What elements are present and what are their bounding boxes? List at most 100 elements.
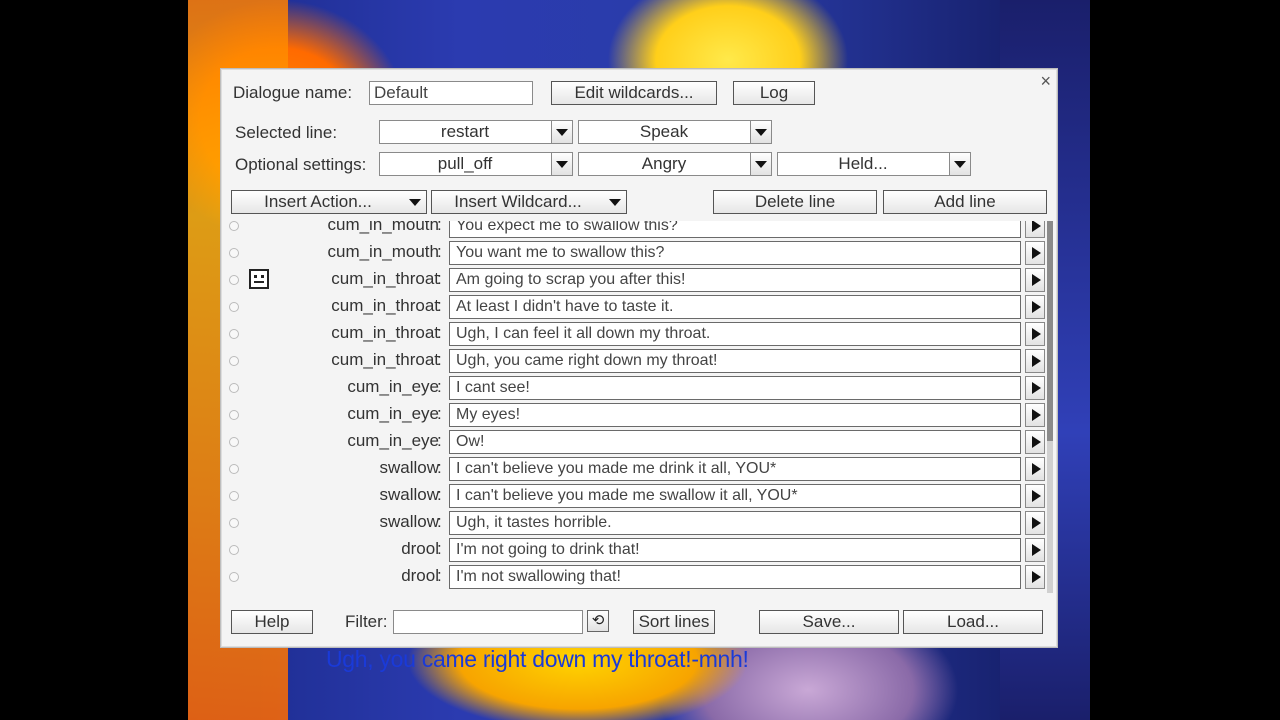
help-button[interactable]: Help <box>231 610 313 634</box>
line-text-input[interactable]: I cant see! <box>449 376 1021 400</box>
dialogue-lines-list[interactable]: cum_in_mouth: You expect me to swallow th… <box>225 221 1053 593</box>
list-item[interactable]: swallow: Ugh, it tastes horrible. <box>225 510 1045 537</box>
separator: : <box>437 377 442 396</box>
held-dropdown[interactable]: Held... <box>777 152 971 176</box>
list-item[interactable]: drool: I'm not going to drink that! <box>225 537 1045 564</box>
play-icon[interactable] <box>1025 349 1045 373</box>
dialogue-name-input[interactable]: Default <box>369 81 533 105</box>
save-button[interactable]: Save... <box>759 610 899 634</box>
line-text-input[interactable]: You expect me to swallow this? <box>449 221 1021 238</box>
play-icon[interactable] <box>1025 538 1045 562</box>
insert-action-button[interactable]: Insert Action... <box>231 190 427 214</box>
line-text-input[interactable]: Ugh, you came right down my throat! <box>449 349 1021 373</box>
list-item[interactable]: swallow: I can't believe you made me drin… <box>225 456 1045 483</box>
play-icon[interactable] <box>1025 241 1045 265</box>
select-radio[interactable] <box>229 275 239 285</box>
mood-dropdown[interactable]: Angry <box>578 152 772 176</box>
filter-label: Filter: <box>345 612 388 631</box>
play-icon[interactable] <box>1025 484 1045 508</box>
list-item[interactable]: cum_in_throat: Ugh, you came right down m… <box>225 348 1045 375</box>
trigger-dropdown-value: restart <box>440 122 490 141</box>
select-radio[interactable] <box>229 572 239 582</box>
chevron-down-icon <box>551 121 572 143</box>
sort-lines-button[interactable]: Sort lines <box>633 610 715 634</box>
chevron-down-icon <box>949 153 970 175</box>
line-text-input[interactable]: At least I didn't have to taste it. <box>449 295 1021 319</box>
delete-line-button[interactable]: Delete line <box>713 190 877 214</box>
select-radio[interactable] <box>229 437 239 447</box>
play-icon[interactable] <box>1025 457 1045 481</box>
list-item[interactable]: cum_in_eye: My eyes! <box>225 402 1045 429</box>
select-radio[interactable] <box>229 383 239 393</box>
line-trigger-tag: cum_in_eye <box>347 377 439 396</box>
list-item[interactable]: cum_in_eye: Ow! <box>225 429 1045 456</box>
list-item[interactable]: cum_in_eye: I cant see! <box>225 375 1045 402</box>
list-item[interactable]: cum_in_mouth: You want me to swallow this… <box>225 240 1045 267</box>
separator: : <box>437 566 442 585</box>
chevron-down-icon <box>608 191 622 213</box>
insert-action-label: Insert Action... <box>264 192 372 211</box>
list-item[interactable]: cum_in_throat: Ugh, I can feel it all dow… <box>225 321 1045 348</box>
list-item[interactable]: cum_in_mouth: You expect me to swallow th… <box>225 221 1045 240</box>
select-radio[interactable] <box>229 221 239 231</box>
close-icon[interactable]: × <box>1040 71 1051 92</box>
play-icon[interactable] <box>1025 403 1045 427</box>
play-icon[interactable] <box>1025 376 1045 400</box>
line-text-input[interactable]: I can't believe you made me swallow it a… <box>449 484 1021 508</box>
line-text-input[interactable]: My eyes! <box>449 403 1021 427</box>
line-text-input[interactable]: Ugh, it tastes horrible. <box>449 511 1021 535</box>
line-text-input[interactable]: I'm not going to drink that! <box>449 538 1021 562</box>
add-line-button[interactable]: Add line <box>883 190 1047 214</box>
play-icon[interactable] <box>1025 295 1045 319</box>
list-item[interactable]: swallow: I can't believe you made me swal… <box>225 483 1045 510</box>
optional-settings-label: Optional settings: <box>235 155 367 174</box>
play-icon[interactable] <box>1025 221 1045 238</box>
play-icon[interactable] <box>1025 322 1045 346</box>
log-button[interactable]: Log <box>733 81 815 105</box>
line-text-input[interactable]: You want me to swallow this? <box>449 241 1021 265</box>
select-radio[interactable] <box>229 248 239 258</box>
line-text-input[interactable]: Am going to scrap you after this! <box>449 268 1021 292</box>
insert-wildcard-label: Insert Wildcard... <box>454 192 582 211</box>
action-dropdown[interactable]: Speak <box>578 120 772 144</box>
insert-wildcard-button[interactable]: Insert Wildcard... <box>431 190 627 214</box>
load-button[interactable]: Load... <box>903 610 1043 634</box>
separator: : <box>437 539 442 558</box>
play-icon[interactable] <box>1025 268 1045 292</box>
edit-wildcards-button[interactable]: Edit wildcards... <box>551 81 717 105</box>
separator: : <box>437 431 442 450</box>
chevron-down-icon <box>750 121 771 143</box>
list-scrollbar[interactable] <box>1047 221 1053 593</box>
play-icon[interactable] <box>1025 565 1045 589</box>
line-text-input[interactable]: I can't believe you made me drink it all… <box>449 457 1021 481</box>
line-trigger-tag: swallow <box>379 485 439 504</box>
chevron-down-icon <box>551 153 572 175</box>
separator: : <box>437 350 442 369</box>
filter-input[interactable] <box>393 610 583 634</box>
list-item[interactable]: drool: I'm not swallowing that! <box>225 564 1045 591</box>
select-radio[interactable] <box>229 464 239 474</box>
line-trigger-tag: cum_in_throat <box>331 350 439 369</box>
trigger-dropdown[interactable]: restart <box>379 120 573 144</box>
play-icon[interactable] <box>1025 511 1045 535</box>
line-text-input[interactable]: Ow! <box>449 430 1021 454</box>
select-radio[interactable] <box>229 491 239 501</box>
refresh-icon[interactable]: ⟲ <box>587 610 609 632</box>
line-trigger-tag: cum_in_throat <box>331 296 439 315</box>
dialogue-editor-panel: × Dialogue name: Default Edit wildcards.… <box>220 68 1058 648</box>
chevron-down-icon <box>750 153 771 175</box>
line-text-input[interactable]: I'm not swallowing that! <box>449 565 1021 589</box>
position-dropdown[interactable]: pull_off <box>379 152 573 176</box>
play-icon[interactable] <box>1025 430 1045 454</box>
select-radio[interactable] <box>229 410 239 420</box>
select-radio[interactable] <box>229 302 239 312</box>
angry-face-icon <box>249 269 269 289</box>
list-item[interactable]: cum_in_throat: At least I didn't have to … <box>225 294 1045 321</box>
select-radio[interactable] <box>229 356 239 366</box>
select-radio[interactable] <box>229 329 239 339</box>
line-text-input[interactable]: Ugh, I can feel it all down my throat. <box>449 322 1021 346</box>
list-item[interactable]: cum_in_throat: Am going to scrap you afte… <box>225 267 1045 294</box>
select-radio[interactable] <box>229 545 239 555</box>
select-radio[interactable] <box>229 518 239 528</box>
scrollbar-thumb[interactable] <box>1047 221 1053 441</box>
